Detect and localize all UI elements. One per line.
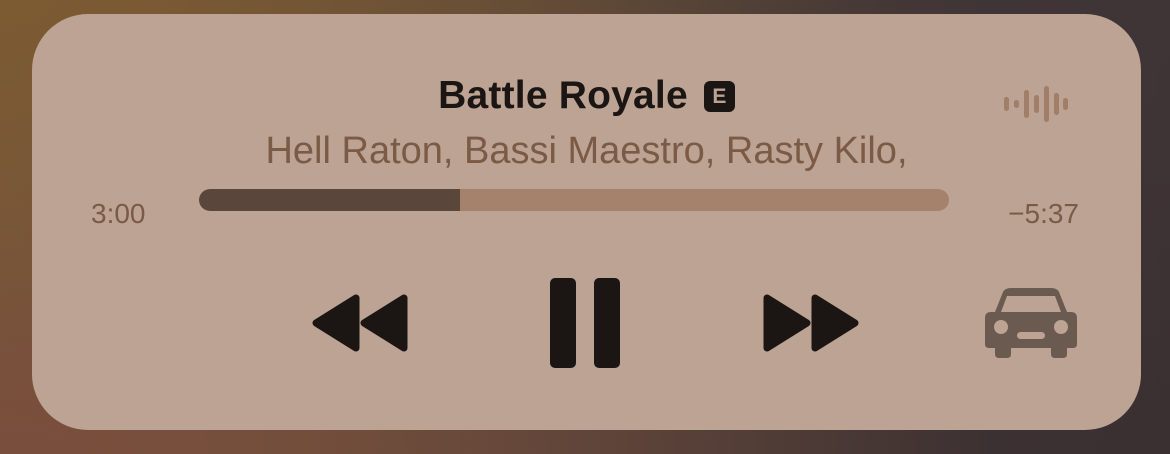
now-playing-widget: Battle Royale E Hell Raton, Bassi Maestr… [32, 14, 1141, 430]
explicit-badge: E [703, 80, 735, 112]
waveform-icon [1004, 86, 1068, 122]
progress-fill [199, 189, 460, 211]
car-icon[interactable] [983, 286, 1079, 358]
elapsed-time: 3:00 [91, 198, 146, 229]
pause-icon[interactable] [548, 276, 622, 370]
song-title[interactable]: Battle Royale [438, 70, 688, 122]
remaining-time: −5:37 [1008, 198, 1079, 229]
forward-icon[interactable] [761, 292, 861, 354]
progress-slider[interactable] [199, 189, 949, 211]
artist-names[interactable]: Hell Raton, Bassi Maestro, Rasty Kilo, [32, 124, 1141, 178]
backward-icon[interactable] [310, 292, 410, 354]
title-row: Battle Royale E [32, 70, 1141, 122]
